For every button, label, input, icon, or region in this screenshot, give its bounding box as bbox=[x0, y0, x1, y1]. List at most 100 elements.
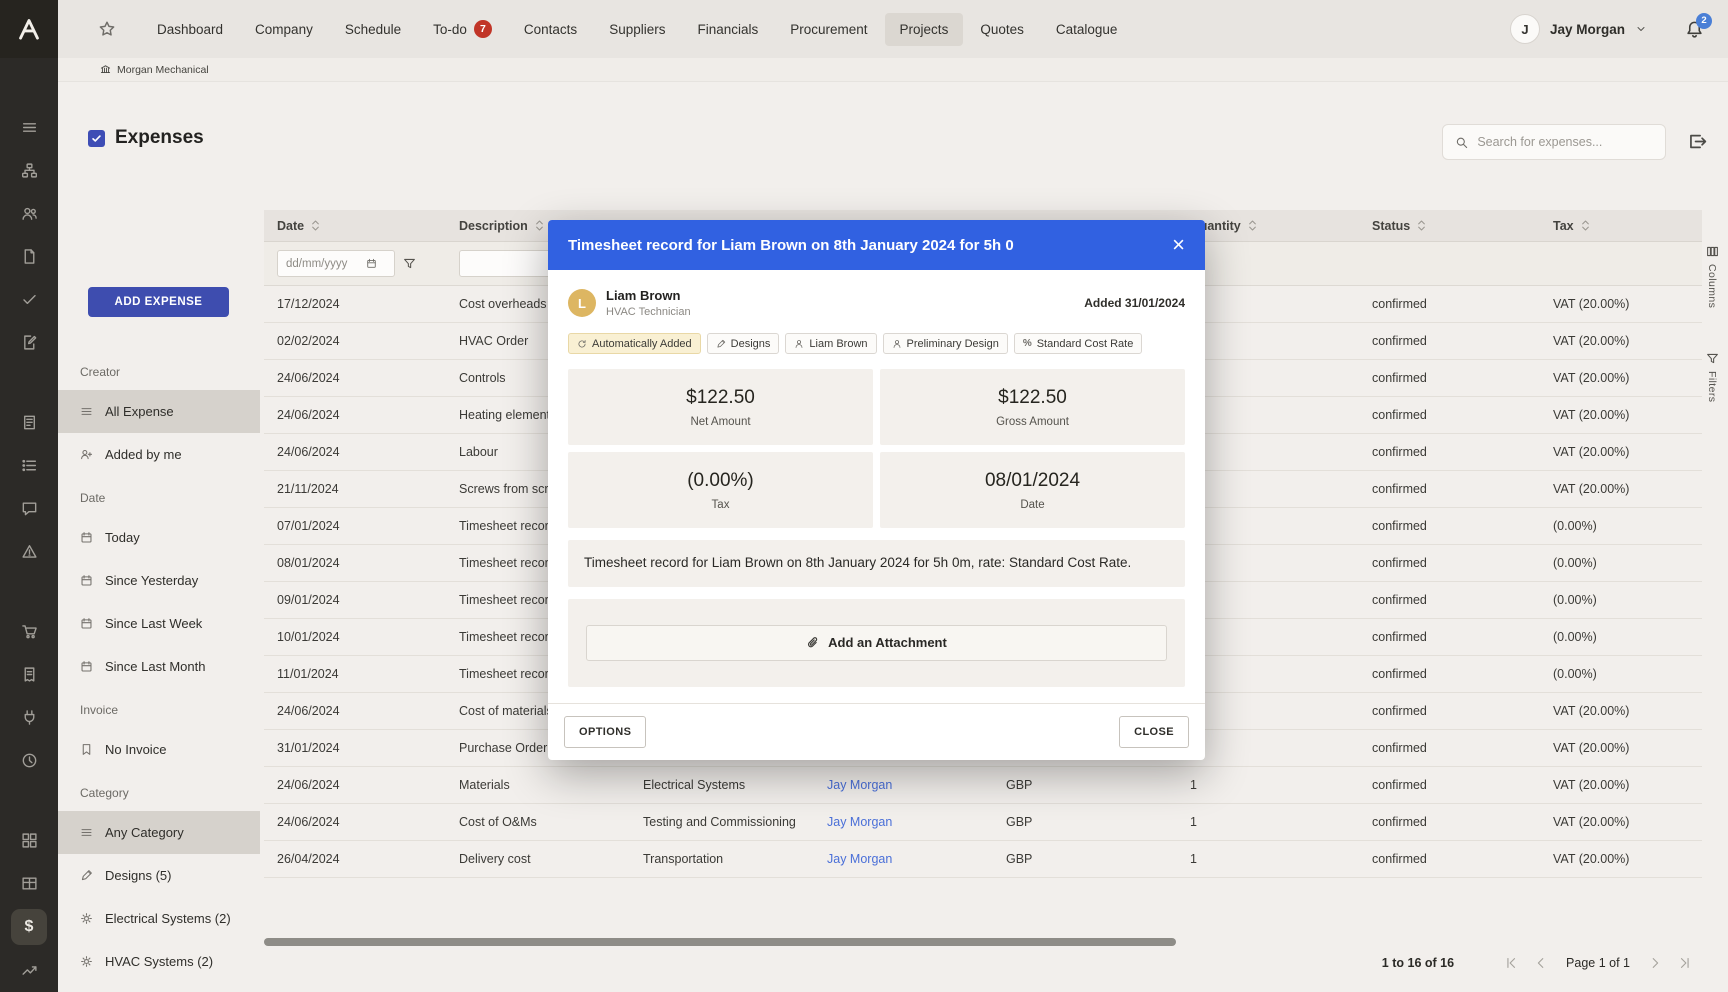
user-name[interactable]: Jay Morgan bbox=[1550, 22, 1625, 37]
expenses-checkbox[interactable] bbox=[88, 130, 105, 147]
document-edit-icon[interactable] bbox=[0, 321, 58, 364]
cell-creator-link[interactable]: Jay Morgan bbox=[814, 815, 993, 829]
calendar-icon bbox=[80, 660, 93, 673]
date-filter-funnel-button[interactable] bbox=[403, 257, 416, 270]
export-button[interactable] bbox=[1687, 131, 1708, 152]
nav-projects[interactable]: Projects bbox=[885, 13, 964, 46]
filter-no-invoice[interactable]: No Invoice bbox=[58, 728, 260, 771]
nav-dashboard[interactable]: Dashboard bbox=[142, 13, 238, 46]
close-icon[interactable]: × bbox=[1160, 234, 1185, 256]
favorites-star-icon[interactable] bbox=[98, 20, 116, 38]
timesheet-modal: Timesheet record for Liam Brown on 8th J… bbox=[548, 220, 1205, 760]
chat-icon[interactable] bbox=[0, 487, 58, 530]
cart-icon[interactable] bbox=[0, 610, 58, 653]
cell-status: confirmed bbox=[1359, 593, 1540, 607]
expenses-dollar-icon[interactable]: $ bbox=[0, 905, 58, 948]
nav-schedule[interactable]: Schedule bbox=[330, 13, 416, 46]
file-icon[interactable] bbox=[0, 401, 58, 444]
trend-icon[interactable] bbox=[0, 948, 58, 991]
first-page-button[interactable] bbox=[1496, 956, 1526, 970]
app-logo[interactable] bbox=[0, 0, 58, 58]
cell-creator-link[interactable]: Jay Morgan bbox=[814, 852, 993, 866]
filters-side-tab[interactable]: Filters bbox=[1700, 352, 1724, 402]
filter-any-category[interactable]: Any Category bbox=[58, 811, 260, 854]
sort-icon bbox=[1248, 219, 1257, 232]
dollar-icon: $ bbox=[11, 909, 47, 945]
person-avatar: L bbox=[568, 289, 596, 317]
notifications-bell[interactable]: 2 bbox=[1685, 20, 1704, 39]
pencil-icon bbox=[80, 869, 93, 882]
clock-icon[interactable] bbox=[0, 739, 58, 782]
cell-tax: (0.00%) bbox=[1540, 667, 1702, 681]
next-page-button[interactable] bbox=[1640, 956, 1670, 970]
columns-side-tab[interactable]: Columns bbox=[1700, 245, 1724, 308]
cell-date: 21/11/2024 bbox=[264, 482, 446, 496]
nav-quotes[interactable]: Quotes bbox=[965, 13, 1039, 46]
cell-creator-link[interactable]: Jay Morgan bbox=[814, 778, 993, 792]
filter-section-date: Date bbox=[58, 476, 260, 516]
modal-title: Timesheet record for Liam Brown on 8th J… bbox=[568, 237, 1160, 254]
column-header-tax[interactable]: Tax bbox=[1540, 219, 1702, 233]
nav-todo[interactable]: To-do7 bbox=[418, 11, 507, 47]
cell-currency: GBP bbox=[993, 778, 1177, 792]
user-avatar[interactable]: J bbox=[1510, 14, 1540, 44]
close-button[interactable]: CLOSE bbox=[1119, 716, 1189, 748]
breadcrumb-company[interactable]: Morgan Mechanical bbox=[100, 64, 209, 76]
warning-icon[interactable] bbox=[0, 530, 58, 573]
gear-icon bbox=[80, 955, 93, 968]
todo-count-badge: 7 bbox=[474, 20, 492, 38]
people-icon[interactable] bbox=[0, 192, 58, 235]
workflow-icon[interactable] bbox=[0, 149, 58, 192]
modal-footer: OPTIONS CLOSE bbox=[548, 703, 1205, 760]
check-icon[interactable] bbox=[0, 278, 58, 321]
list-rows-icon[interactable] bbox=[0, 444, 58, 487]
filter-hvac-systems[interactable]: HVAC Systems (2) bbox=[58, 940, 260, 983]
nav-company[interactable]: Company bbox=[240, 13, 328, 46]
horizontal-scrollbar[interactable] bbox=[264, 938, 1176, 946]
cell-date: 24/06/2024 bbox=[264, 445, 446, 459]
cell-tax: VAT (20.00%) bbox=[1540, 815, 1702, 829]
invoice-icon[interactable] bbox=[0, 653, 58, 696]
filter-panel: Creator All Expense Added by me Date Tod… bbox=[58, 350, 260, 992]
filter-since-yesterday[interactable]: Since Yesterday bbox=[58, 559, 260, 602]
table-row[interactable]: 26/04/2024 Delivery cost Transportation … bbox=[264, 841, 1702, 878]
filter-electrical-systems[interactable]: Electrical Systems (2) bbox=[58, 897, 260, 940]
filter-today[interactable]: Today bbox=[58, 516, 260, 559]
cell-date: 10/01/2024 bbox=[264, 630, 446, 644]
filter-all-expense[interactable]: All Expense bbox=[58, 390, 260, 433]
column-header-status[interactable]: Status bbox=[1359, 219, 1540, 233]
previous-page-button[interactable] bbox=[1526, 956, 1556, 970]
cell-currency: GBP bbox=[993, 852, 1177, 866]
chevron-down-icon[interactable] bbox=[1635, 23, 1647, 35]
dashboard-grid-icon[interactable] bbox=[0, 819, 58, 862]
table-icon[interactable] bbox=[0, 862, 58, 905]
add-expense-button[interactable]: ADD EXPENSE bbox=[88, 287, 229, 317]
nav-financials[interactable]: Financials bbox=[682, 13, 773, 46]
person-row: L Liam Brown HVAC Technician Added 31/01… bbox=[568, 288, 1185, 318]
filter-since-last-week[interactable]: Since Last Week bbox=[58, 602, 260, 645]
filter-designs[interactable]: Designs (5) bbox=[58, 854, 260, 897]
nav-catalogue[interactable]: Catalogue bbox=[1041, 13, 1133, 46]
cell-category: Electrical Systems bbox=[630, 778, 814, 792]
add-attachment-button[interactable]: Add an Attachment bbox=[586, 625, 1167, 661]
filter-since-last-month[interactable]: Since Last Month bbox=[58, 645, 260, 688]
nav-procurement[interactable]: Procurement bbox=[775, 13, 882, 46]
cell-tax: VAT (20.00%) bbox=[1540, 371, 1702, 385]
nav-suppliers[interactable]: Suppliers bbox=[594, 13, 680, 46]
cell-date: 08/01/2024 bbox=[264, 556, 446, 570]
options-button[interactable]: OPTIONS bbox=[564, 716, 646, 748]
stat-date: 08/01/2024 Date bbox=[880, 452, 1185, 528]
filter-added-by-me[interactable]: Added by me bbox=[58, 433, 260, 476]
column-header-date[interactable]: Date bbox=[264, 219, 446, 233]
date-filter-input[interactable] bbox=[278, 258, 366, 270]
table-row[interactable]: 24/06/2024 Cost of O&Ms Testing and Comm… bbox=[264, 804, 1702, 841]
document-icon[interactable] bbox=[0, 235, 58, 278]
list-icon bbox=[80, 405, 93, 418]
last-page-button[interactable] bbox=[1670, 956, 1700, 970]
table-row[interactable]: 24/06/2024 Materials Electrical Systems … bbox=[264, 767, 1702, 804]
cell-date: 31/01/2024 bbox=[264, 741, 446, 755]
menu-icon[interactable] bbox=[0, 106, 58, 149]
plug-icon[interactable] bbox=[0, 696, 58, 739]
nav-contacts[interactable]: Contacts bbox=[509, 13, 592, 46]
search-input[interactable] bbox=[1477, 135, 1653, 149]
